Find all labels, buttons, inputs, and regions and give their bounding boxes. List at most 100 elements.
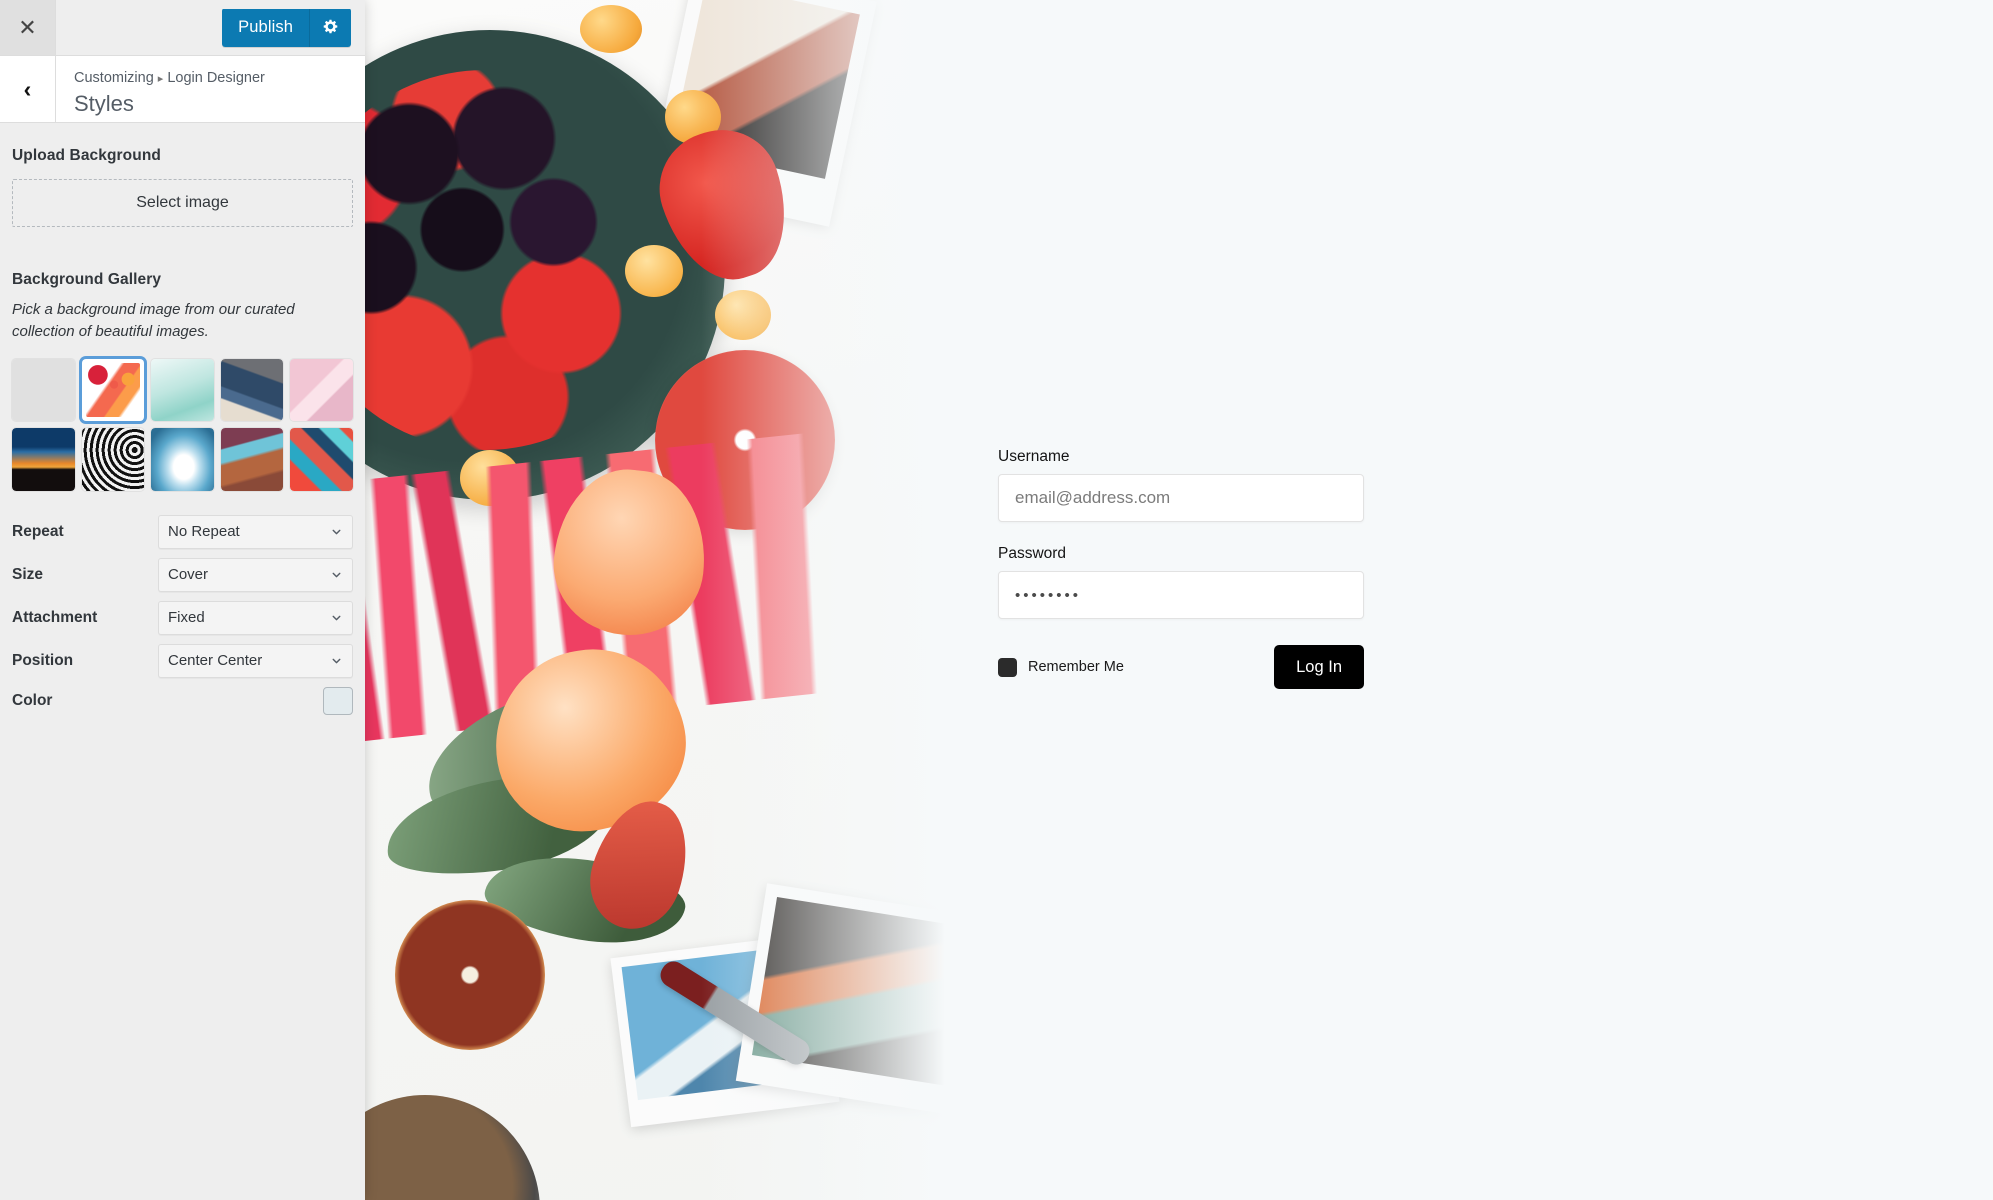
login-actions: Remember Me Log In	[998, 645, 1364, 689]
photo-leaf	[479, 843, 691, 957]
gallery-thumbnail-water[interactable]	[151, 358, 214, 422]
gallery-thumbnail-abstract[interactable]	[290, 428, 353, 491]
photo-print-map	[610, 932, 840, 1128]
repeat-select-wrap: No Repeat	[158, 514, 353, 549]
gear-icon	[322, 18, 339, 38]
control-row-position: Position Center Center	[0, 643, 365, 678]
photo-leaf	[379, 764, 621, 886]
control-row-repeat: Repeat No Repeat	[0, 514, 365, 549]
background-gallery-section: Background Gallery Pick a background ima…	[0, 271, 365, 491]
position-label: Position	[12, 651, 74, 669]
background-thumbnail-grid	[12, 358, 353, 491]
size-label: Size	[12, 565, 44, 583]
size-select[interactable]: Cover	[158, 557, 353, 592]
photo-print-top	[648, 0, 877, 227]
login-form: Username Password Remember Me Log In	[998, 448, 1364, 689]
gallery-thumbnail-wave[interactable]	[151, 428, 214, 491]
username-input[interactable]	[998, 474, 1364, 522]
gallery-thumbnail-image	[220, 358, 284, 422]
size-field: Cover	[158, 557, 353, 592]
gallery-thumbnail-fruit[interactable]	[81, 358, 145, 422]
chevron-left-icon: ‹	[23, 75, 32, 102]
control-row-attachment: Attachment Fixed	[0, 600, 365, 635]
customizer-app: ✕ Publish ‹ Customizing ▸ Login Designer…	[0, 0, 1993, 1200]
attachment-field: Fixed	[158, 600, 353, 635]
password-label: Password	[998, 545, 1067, 562]
gallery-thumbnail-pink[interactable]	[290, 358, 353, 422]
position-field: Center Center	[158, 643, 353, 678]
breadcrumb-separator-icon: ▸	[157, 72, 164, 85]
publish-button-group: Publish	[222, 8, 351, 47]
photo-table-surface	[365, 0, 945, 1200]
gallery-thumbnail-sunset[interactable]	[12, 428, 75, 491]
log-in-button[interactable]: Log In	[1274, 645, 1364, 689]
photo-kumquat	[580, 5, 642, 53]
repeat-select[interactable]: No Repeat	[158, 514, 353, 549]
gallery-thumbnail-image	[81, 428, 145, 491]
gallery-thumbnail-moire[interactable]	[81, 428, 145, 491]
gallery-thumbnail-image	[12, 428, 75, 491]
gallery-thumbnail-image	[12, 358, 75, 422]
position-select-wrap: Center Center	[158, 643, 353, 678]
photo-ceramic-bowl	[365, 30, 725, 500]
breadcrumb: Customizing ▸ Login Designer	[74, 69, 265, 89]
photo-kumquat	[715, 290, 771, 340]
close-icon: ✕	[18, 14, 37, 40]
gallery-thumbnail-none[interactable]	[12, 358, 75, 422]
login-background-image	[365, 0, 945, 1200]
photo-tulip	[480, 634, 700, 846]
photo-tulip-bud	[577, 789, 703, 941]
color-swatch-button[interactable]	[323, 686, 353, 715]
breadcrumb-root: Customizing	[74, 69, 154, 86]
repeat-label: Repeat	[12, 522, 64, 540]
photo-berries	[365, 70, 675, 450]
sidebar-body: Upload Background Select image Backgroun…	[0, 123, 365, 1199]
remember-me-control[interactable]: Remember Me	[998, 657, 1124, 677]
upload-background-section: Upload Background Select image	[0, 147, 365, 227]
photo-kumquat	[460, 450, 520, 506]
position-select[interactable]: Center Center	[158, 643, 353, 678]
gallery-thumbnail-canyon[interactable]	[220, 428, 284, 491]
color-field	[158, 686, 353, 715]
photo-kumquat	[665, 90, 721, 144]
background-gallery-title: Background Gallery	[12, 271, 162, 288]
photo-kumquat	[625, 245, 683, 297]
gallery-thumbnail-image	[85, 362, 141, 418]
photo-tulip	[546, 462, 714, 643]
panel-header: ‹ Customizing ▸ Login Designer Styles	[0, 56, 365, 123]
gallery-thumbnail-image	[151, 428, 214, 491]
publish-settings-button[interactable]	[309, 8, 351, 47]
attachment-select[interactable]: Fixed	[158, 600, 353, 635]
size-select-wrap: Cover	[158, 557, 353, 592]
photo-blood-orange	[655, 350, 835, 530]
select-image-button[interactable]: Select image	[12, 179, 353, 227]
remember-me-checkbox[interactable]	[998, 657, 1017, 677]
panel-back-button[interactable]: ‹	[0, 56, 56, 122]
background-gallery-description: Pick a background image from our curated…	[12, 301, 295, 340]
password-input[interactable]	[998, 571, 1364, 619]
gallery-thumbnail-image	[290, 428, 353, 491]
gallery-thumbnail-popcorn[interactable]	[220, 358, 284, 422]
control-row-size: Size Cover	[0, 557, 365, 592]
color-label: Color	[12, 691, 53, 709]
breadcrumb-current: Login Designer	[167, 69, 265, 86]
control-row-color: Color	[0, 686, 365, 715]
username-field-group: Username	[998, 448, 1364, 522]
remember-me-label: Remember Me	[1028, 659, 1124, 675]
photo-scissors	[656, 956, 814, 1070]
customizer-sidebar: ✕ Publish ‹ Customizing ▸ Login Designer…	[0, 0, 365, 1200]
username-label: Username	[998, 448, 1070, 465]
customizer-topbar: ✕ Publish	[0, 0, 365, 56]
close-customizer-button[interactable]: ✕	[0, 0, 56, 55]
gallery-thumbnail-image	[220, 428, 284, 491]
repeat-field: No Repeat	[158, 514, 353, 549]
photo-leaf	[410, 669, 640, 826]
publish-button[interactable]: Publish	[222, 8, 309, 47]
page-title: Styles	[74, 91, 134, 117]
gallery-thumbnail-image	[290, 358, 353, 422]
attachment-select-wrap: Fixed	[158, 600, 353, 635]
gallery-thumbnail-image	[151, 358, 214, 422]
photo-small-bowl	[365, 1095, 540, 1200]
password-field-group: Password	[998, 545, 1364, 619]
